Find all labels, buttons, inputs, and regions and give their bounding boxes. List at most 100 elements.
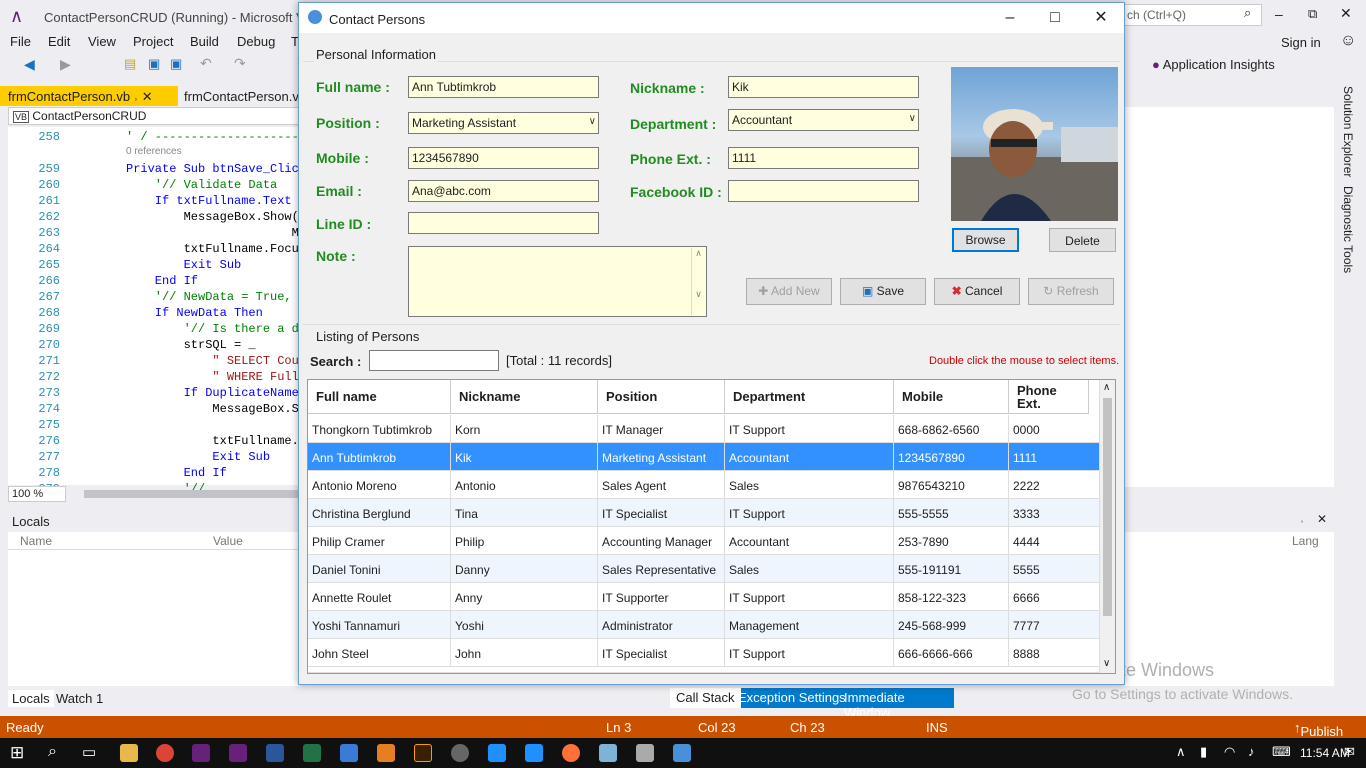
- menu-project[interactable]: Project: [133, 34, 173, 49]
- quick-launch-input[interactable]: ch (Ctrl+Q): [1122, 4, 1262, 26]
- zoom-level[interactable]: 100 %: [8, 486, 66, 502]
- code-line[interactable]: txtFullname.Focus: [126, 242, 306, 256]
- file-explorer-icon[interactable]: [120, 744, 138, 762]
- app-blue-icon[interactable]: [488, 744, 506, 762]
- tab-frmcontactperson-active[interactable]: frmContactPerson.vb ˒ ✕: [0, 86, 178, 106]
- chevron-down-icon[interactable]: ∨: [589, 116, 596, 127]
- locals-col-name[interactable]: Name: [20, 534, 52, 548]
- notepad-icon[interactable]: [599, 744, 617, 762]
- save-button[interactable]: ▣ Save: [840, 278, 926, 305]
- user-icon[interactable]: ☺: [1340, 32, 1356, 50]
- persons-grid[interactable]: Full name Nickname Position Department Mobil…: [307, 379, 1116, 674]
- note-scrollbar[interactable]: ∧ ∨: [691, 248, 705, 315]
- tab-watch-1[interactable]: Watch 1: [52, 690, 107, 707]
- pin-icon[interactable]: ˒: [134, 89, 138, 104]
- firefox-icon[interactable]: [562, 744, 580, 762]
- redo-icon[interactable]: ↷: [234, 55, 246, 72]
- back-icon[interactable]: ◀: [24, 56, 35, 73]
- code-line[interactable]: If DuplicateName(: [126, 386, 306, 400]
- nickname-field[interactable]: Kik: [728, 76, 919, 98]
- column-header-phone-ext[interactable]: Phone Ext.: [1009, 380, 1089, 414]
- visual-studio-icon[interactable]: [192, 744, 210, 762]
- table-row[interactable]: Thongkorn Tubtimkrob Korn IT Manager IT Sup…: [308, 415, 1100, 443]
- code-line[interactable]: strSQL = _: [126, 338, 256, 352]
- start-icon[interactable]: ⊞: [10, 743, 24, 763]
- publish-button[interactable]: ↑ Publish: [1294, 720, 1343, 739]
- table-row[interactable]: John Steel John IT Specialist IT Support 666…: [308, 639, 1100, 667]
- chrome-icon[interactable]: [156, 744, 174, 762]
- code-line[interactable]: M: [126, 226, 299, 240]
- grid-vertical-scrollbar[interactable]: ∧ ∨: [1099, 380, 1115, 673]
- code-line[interactable]: If NewData Then: [126, 306, 263, 320]
- table-row[interactable]: Philip Cramer Philip Accounting Manager Acc…: [308, 527, 1100, 555]
- diagnostic-tools-tab[interactable]: Diagnostic Tools: [1341, 186, 1355, 273]
- code-line[interactable]: End If: [126, 274, 198, 288]
- tab-call-stack[interactable]: Call Stack: [670, 688, 741, 708]
- grid-search-input[interactable]: [369, 350, 499, 371]
- battery-icon[interactable]: ▮: [1200, 744, 1207, 760]
- app-orange-icon[interactable]: [377, 744, 395, 762]
- search-icon[interactable]: ⌕: [1244, 5, 1251, 21]
- column-header-full-name[interactable]: Full name: [308, 380, 451, 414]
- code-line[interactable]: Private Sub btnSave_Click: [126, 162, 306, 176]
- code-line[interactable]: End If: [126, 466, 227, 480]
- tab-locals[interactable]: Locals: [8, 690, 54, 707]
- facebook-field[interactable]: [728, 180, 919, 202]
- save-all-icon[interactable]: ▣: [170, 56, 182, 72]
- browse-button[interactable]: Browse: [952, 228, 1019, 252]
- menu-file[interactable]: File: [10, 34, 31, 49]
- table-row[interactable]: Ann Tubtimkrob Kik Marketing Assistant Acco…: [308, 443, 1100, 471]
- dialog-minimize-icon[interactable]: –: [987, 5, 1033, 31]
- horizontal-scrollbar[interactable]: [84, 490, 298, 498]
- department-combobox[interactable]: Accountant ∨: [728, 109, 919, 131]
- contact-app-icon[interactable]: [673, 744, 691, 762]
- tab-exception-settings[interactable]: Exception Settings: [738, 690, 846, 705]
- code-line[interactable]: 0 references: [126, 146, 182, 157]
- app-icon[interactable]: [340, 744, 358, 762]
- menu-view[interactable]: View: [88, 34, 116, 49]
- code-line[interactable]: '// Is there a du: [126, 322, 306, 336]
- column-header-mobile[interactable]: Mobile: [894, 380, 1009, 414]
- fullname-field[interactable]: Ann Tubtimkrob: [408, 76, 599, 98]
- column-header-position[interactable]: Position: [598, 380, 725, 414]
- chevron-down-icon[interactable]: ∨: [909, 113, 916, 124]
- tab-close-icon[interactable]: ✕: [142, 89, 153, 104]
- column-header-department[interactable]: Department: [725, 380, 894, 414]
- code-line[interactable]: " SELECT Cour: [126, 354, 306, 368]
- table-row[interactable]: Annette Roulet Anny IT Supporter IT Support…: [308, 583, 1100, 611]
- scroll-thumb[interactable]: [1103, 398, 1112, 616]
- code-editor[interactable]: 258 ' / ------------------------ 0 referen…: [8, 127, 328, 496]
- table-row-partial[interactable]: [308, 667, 1100, 673]
- code-line[interactable]: " WHERE Fulln: [126, 370, 306, 384]
- menu-edit[interactable]: Edit: [48, 34, 70, 49]
- table-row[interactable]: Christina Berglund Tina IT Specialist IT Su…: [308, 499, 1100, 527]
- open-icon[interactable]: ▤: [124, 56, 136, 72]
- mobile-field[interactable]: 1234567890: [408, 147, 599, 169]
- keyboard-icon[interactable]: ⌨: [1272, 744, 1291, 760]
- illustrator-icon[interactable]: [414, 744, 432, 762]
- search-icon[interactable]: ⌕: [48, 743, 57, 761]
- menu-build[interactable]: Build: [190, 34, 219, 49]
- restore-icon[interactable]: ⧉: [1308, 6, 1317, 22]
- minimize-icon[interactable]: –: [1275, 6, 1283, 22]
- breadcrumb[interactable]: VB ContactPersonCRUD: [8, 107, 300, 125]
- locals-col-value[interactable]: Value: [213, 534, 243, 548]
- wifi-icon[interactable]: ◠: [1224, 744, 1235, 760]
- save-icon[interactable]: ▣: [148, 56, 160, 72]
- app-insights-button[interactable]: ● Application Insights: [1152, 57, 1275, 72]
- sign-in-link[interactable]: Sign in: [1281, 35, 1321, 50]
- delete-button[interactable]: Delete: [1049, 228, 1116, 252]
- column-header-nickname[interactable]: Nickname: [451, 380, 598, 414]
- dialog-close-icon[interactable]: ✕: [1078, 5, 1124, 31]
- dialog-maximize-icon[interactable]: □: [1032, 5, 1078, 31]
- position-combobox[interactable]: Marketing Assistant ∨: [408, 112, 599, 134]
- code-line[interactable]: txtFullname.F: [126, 434, 306, 448]
- code-line[interactable]: MessageBox.Sh: [126, 402, 306, 416]
- refresh-button[interactable]: ↻ Refresh: [1028, 278, 1114, 305]
- word-icon[interactable]: [266, 744, 284, 762]
- table-row[interactable]: Yoshi Tannamuri Yoshi Administrator Managem…: [308, 611, 1100, 639]
- settings-gear-icon[interactable]: [451, 744, 469, 762]
- code-line[interactable]: '// Validate Data: [126, 178, 277, 192]
- table-row[interactable]: Daniel Tonini Danny Sales Representative Sa…: [308, 555, 1100, 583]
- table-row[interactable]: Antonio Moreno Antonio Sales Agent Sales 987…: [308, 471, 1100, 499]
